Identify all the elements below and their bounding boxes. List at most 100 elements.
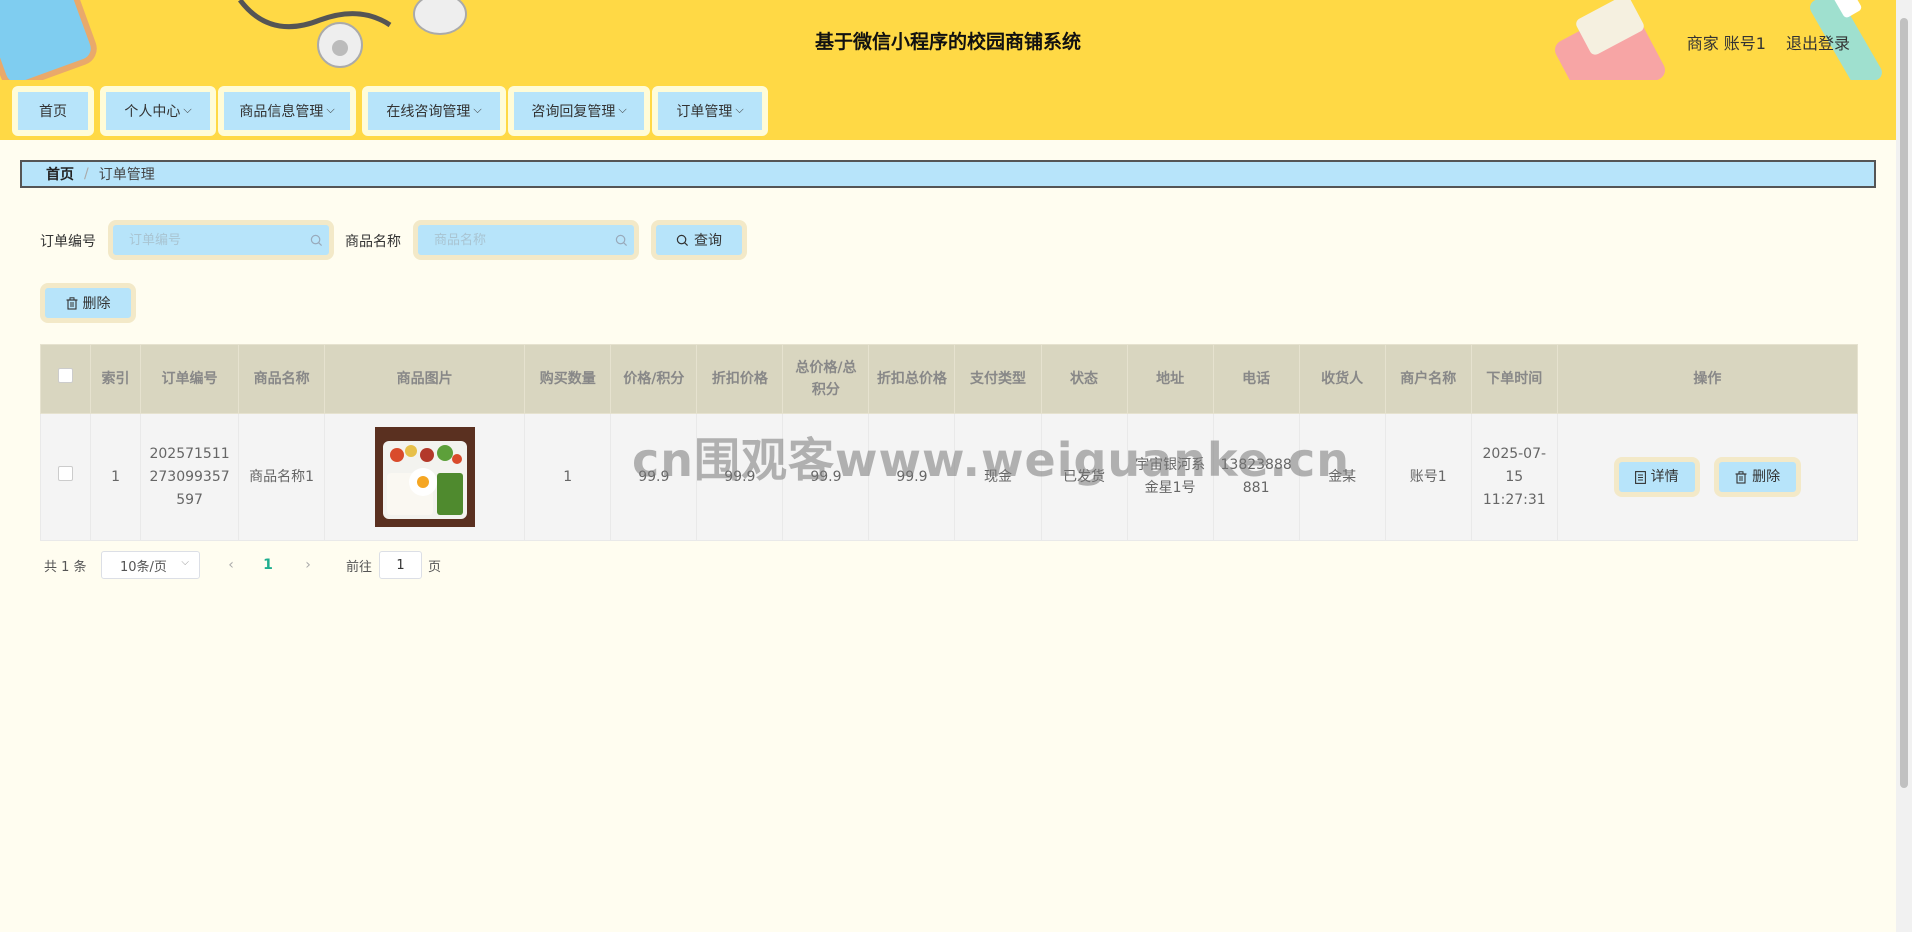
total-cell: 99.9 (782, 413, 870, 541)
header-bar: 基于微信小程序的校园商铺系统 商家 账号1 退出登录 (0, 0, 1896, 80)
nav-item-label: 个人中心 (124, 104, 181, 120)
order-table: 索引 订单编号 商品名称 商品图片 购买数量 价格/积分 折扣价格 总价格/总积… (39, 344, 1859, 541)
logout-link[interactable]: 退出登录 (1786, 30, 1850, 54)
detail-button[interactable]: 详情 (1613, 457, 1700, 497)
nav-item-label: 商品信息管理 (239, 104, 324, 120)
trash-icon (66, 296, 77, 310)
column-header: 价格/积分 (610, 344, 698, 414)
chevron-down-icon: ⌵ (326, 103, 335, 116)
query-button-label: 查询 (694, 233, 722, 249)
column-header: 地址 (1126, 344, 1214, 414)
column-header: 操作 (1556, 344, 1859, 414)
price-cell: 99.9 (610, 413, 698, 541)
nav-item-home[interactable]: 首页 (12, 86, 94, 136)
product-name-label: 商品名称 (345, 234, 401, 250)
row-delete-button[interactable]: 删除 (1714, 457, 1802, 497)
vertical-scrollbar[interactable] (1896, 0, 1912, 932)
product-name-field (413, 220, 639, 260)
select-all-cell (39, 344, 92, 414)
nav-item-order-management[interactable]: 订单管理 ⌵ (652, 86, 768, 136)
order-no-label: 订单编号 (40, 234, 96, 250)
column-header: 购买数量 (524, 344, 612, 414)
detail-button-label: 详情 (1650, 468, 1679, 485)
bulk-delete-label: 删除 (82, 296, 111, 312)
document-icon (1634, 470, 1646, 484)
chevron-down-icon: ⌵ (183, 103, 192, 116)
nav-item-personal-center[interactable]: 个人中心 ⌵ (100, 86, 216, 136)
next-page-button[interactable]: › (296, 553, 320, 577)
breadcrumb-home[interactable]: 首页 (46, 164, 74, 184)
column-header: 支付类型 (954, 344, 1042, 414)
column-header: 商户名称 (1384, 344, 1472, 414)
order-no-input[interactable] (113, 225, 329, 255)
receiver-cell: 金某 (1298, 413, 1386, 541)
breadcrumb-separator: / (84, 166, 89, 182)
quantity-cell: 1 (524, 413, 612, 541)
nav-item-label: 在线咨询管理 (386, 104, 471, 120)
product-image (374, 427, 475, 527)
nav-item-label: 咨询回复管理 (531, 104, 616, 120)
order-time-cell: 2025-07-15 11:27:31 (1470, 413, 1558, 541)
nav-item-label: 订单管理 (676, 104, 733, 120)
product-image-cell (324, 413, 526, 541)
phone-cell: 13823888881 (1212, 413, 1300, 541)
column-header: 折扣总价格 (868, 344, 956, 414)
chevron-down-icon: ⌵ (618, 103, 627, 116)
page-suffix-label: 页 (428, 560, 442, 575)
row-checkbox[interactable] (58, 465, 73, 481)
nav-item-product-management[interactable]: 商品信息管理 ⌵ (218, 86, 356, 136)
column-header: 索引 (90, 344, 142, 414)
product-name-input[interactable] (418, 225, 634, 255)
column-header: 状态 (1040, 344, 1128, 414)
nav-item-consult-reply[interactable]: 咨询回复管理 ⌵ (508, 86, 650, 136)
order-no-cell: 202571511273099357597 (140, 413, 240, 541)
status-cell: 已发货 (1040, 413, 1128, 541)
column-header: 商品图片 (324, 344, 526, 414)
pagination-total: 共 1 条 (44, 560, 87, 575)
current-user-label: 商家 账号1 (1686, 34, 1766, 53)
order-no-field (108, 220, 334, 260)
goto-page-input[interactable] (379, 551, 422, 579)
column-header: 下单时间 (1470, 344, 1558, 414)
search-icon (676, 234, 689, 246)
chevron-down-icon: ⌵ (181, 557, 189, 568)
column-header: 商品名称 (238, 344, 326, 414)
address-cell: 宇宙银河系金星1号 (1126, 413, 1214, 541)
breadcrumb-current: 订单管理 (98, 167, 155, 183)
index-cell: 1 (90, 413, 142, 541)
actions-cell: 详情 删除 (1556, 413, 1859, 541)
column-header: 总价格/总积分 (782, 344, 870, 414)
column-header: 收货人 (1298, 344, 1386, 414)
select-all-checkbox[interactable] (58, 368, 73, 383)
breadcrumb: 首页 / 订单管理 (20, 160, 1876, 188)
table-header-row: 索引 订单编号 商品名称 商品图片 购买数量 价格/积分 折扣价格 总价格/总积… (39, 344, 1859, 414)
query-button[interactable]: 查询 (651, 220, 747, 260)
column-header: 订单编号 (140, 344, 240, 414)
column-header: 折扣价格 (696, 344, 784, 414)
row-select-cell (39, 413, 92, 541)
nav-item-label: 首页 (39, 104, 67, 120)
prev-page-button[interactable]: ‹ (219, 553, 243, 577)
goto-label: 前往 (346, 560, 373, 575)
nav-item-online-consult[interactable]: 在线咨询管理 ⌵ (362, 86, 506, 136)
discount-price-cell: 99.9 (696, 413, 784, 541)
page-title: 基于微信小程序的校园商铺系统 (814, 31, 1081, 53)
bulk-delete-button[interactable]: 删除 (40, 283, 136, 323)
trash-icon (1735, 470, 1747, 484)
chevron-down-icon: ⌵ (735, 103, 744, 116)
discount-total-cell: 99.9 (868, 413, 956, 541)
search-icon (310, 234, 323, 247)
row-delete-label: 删除 (1752, 468, 1781, 485)
pay-type-cell: 现金 (954, 413, 1042, 541)
merchant-cell: 账号1 (1384, 413, 1472, 541)
scrollbar-thumb[interactable] (1900, 18, 1908, 788)
top-nav: 首页 个人中心 ⌵ 商品信息管理 ⌵ 在线咨询管理 ⌵ 咨询回复管理 ⌵ 订单管理 ⌵ (0, 80, 1896, 140)
table-row: 1 202571511273099357597 商品名称1 1 99.9 99.… (39, 413, 1859, 541)
product-name-cell: 商品名称1 (238, 413, 326, 541)
page-size-select[interactable]: 10条/页 ⌵ (101, 551, 200, 579)
chevron-down-icon: ⌵ (473, 103, 482, 116)
column-header: 电话 (1212, 344, 1300, 414)
search-icon (615, 234, 628, 247)
page-size-value: 10条/页 (120, 559, 167, 575)
page-number-current[interactable]: 1 (253, 553, 283, 577)
